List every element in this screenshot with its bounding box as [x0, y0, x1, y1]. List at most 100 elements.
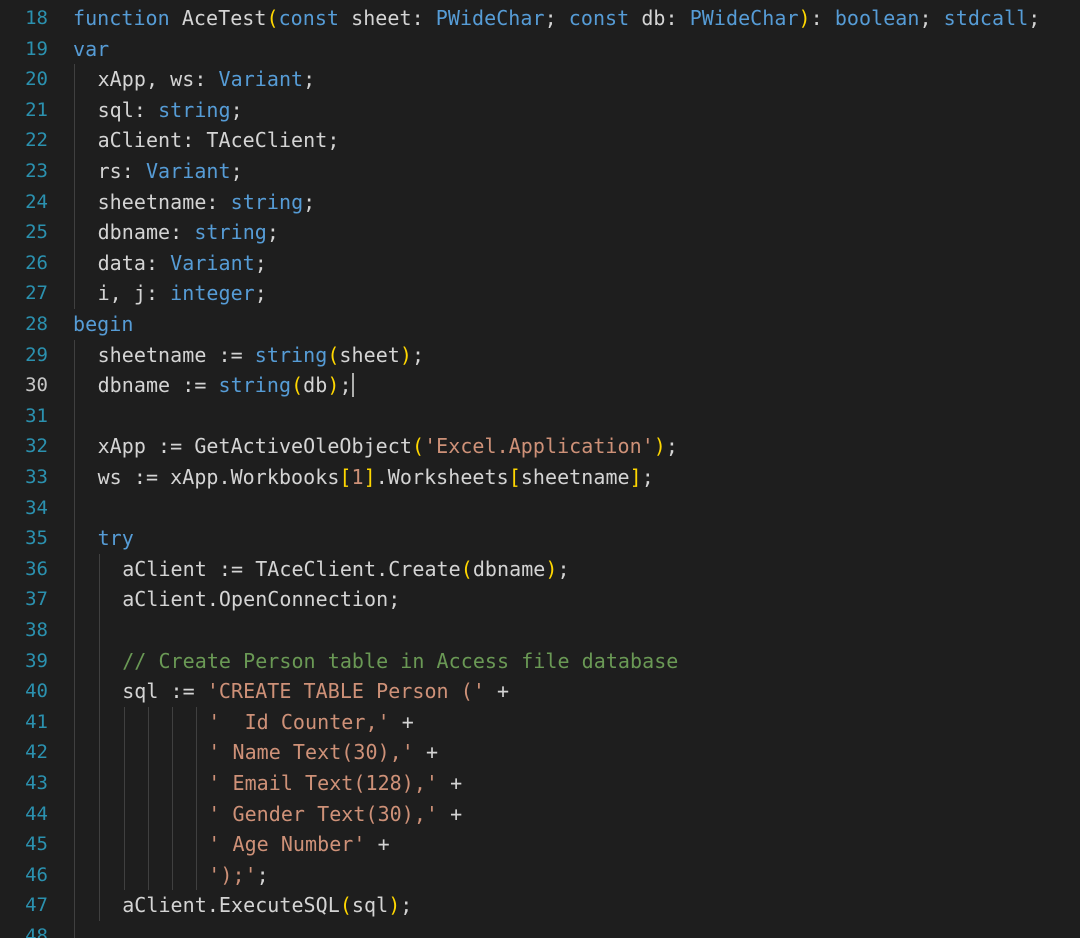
code-line[interactable]: 18 function AceTest(const sheet: PWideCha… [0, 3, 1080, 34]
code-token: ) [327, 373, 340, 398]
code-text: aClient: TAceClient; [98, 125, 340, 156]
indent-guide [74, 247, 75, 279]
code-line[interactable]: 23 rs: Variant; [0, 156, 1080, 187]
indent-guide [148, 829, 149, 860]
code-token: ; [557, 556, 570, 581]
code-line[interactable]: 27 i, j: integer; [0, 278, 1080, 309]
code-line[interactable]: 30 dbname := string(db); [0, 370, 1080, 401]
code-line[interactable]: 48 [0, 921, 1080, 938]
code-token: Variant [170, 250, 255, 275]
code-line[interactable]: 25 dbname: string; [0, 217, 1080, 248]
code-line[interactable]: 34 [0, 492, 1080, 524]
code-token: Variant [145, 159, 231, 183]
code-editor[interactable]: 18 function AceTest(const sheet: PWideCha… [0, 0, 1080, 938]
code-token: [ [339, 465, 352, 489]
code-line[interactable]: 26 data: Variant; [0, 247, 1080, 279]
code-token: try [97, 526, 134, 551]
line-number: 19 [25, 37, 48, 60]
code-text: try [98, 523, 134, 554]
indent-guide [196, 798, 197, 830]
code-line[interactable]: 46 ');'; [0, 859, 1080, 891]
code-line[interactable]: 45 ' Age Number' + [0, 829, 1080, 860]
code-text: rs: Variant; [98, 156, 243, 187]
indent-guide [172, 829, 173, 860]
code-line[interactable]: 40 sql := 'CREATE TABLE Person (' + [0, 676, 1080, 707]
code-token: [ [508, 465, 521, 489]
indent-guide [74, 64, 75, 95]
code-token: sheetname: [97, 189, 231, 214]
indent-guide [74, 645, 75, 677]
line-number: 38 [25, 619, 48, 641]
code-token: db [303, 373, 328, 398]
code-token: stdcall [943, 6, 1029, 30]
code-line[interactable]: 47 aClient.ExecuteSQL(sql); [0, 890, 1080, 921]
indent-guide [99, 768, 100, 799]
code-line[interactable]: 35 try [0, 523, 1080, 554]
indent-guide [74, 706, 75, 738]
indent-guide [148, 859, 149, 891]
code-token: ; [641, 465, 654, 489]
indent-guide [74, 829, 75, 860]
code-line[interactable]: 44 ' Gender Text(30),' + [0, 798, 1080, 830]
code-token: sheet: [339, 6, 436, 30]
line-number: 46 [25, 863, 48, 886]
code-line[interactable]: 22 aClient: TAceClient; [0, 125, 1080, 156]
indent-guide [196, 737, 197, 768]
code-token: function [73, 6, 170, 30]
code-token: const [278, 6, 340, 30]
code-token: + [438, 801, 463, 826]
indent-guide [124, 829, 125, 860]
code-token: dbname [472, 556, 546, 581]
code-line[interactable]: 20 xApp, ws: Variant; [0, 64, 1080, 95]
code-text: ');'; [208, 860, 268, 891]
code-token: sql := [122, 679, 207, 704]
code-line[interactable]: 19 var [0, 34, 1080, 65]
code-line[interactable]: 36 aClient := TAceClient.Create(dbname); [0, 553, 1080, 585]
indent-guide [74, 523, 75, 554]
code-token: + [365, 832, 390, 857]
code-line[interactable]: 37 aClient.OpenConnection; [0, 584, 1080, 615]
code-token: ( [411, 434, 425, 459]
code-token: AceTest [169, 6, 267, 30]
code-text: sql: string; [98, 95, 243, 126]
code-token: sheetname := [97, 342, 255, 367]
code-token: ] [363, 465, 376, 489]
indent-guide [124, 798, 125, 830]
code-token: aClient.ExecuteSQL [122, 893, 340, 918]
indent-guide [172, 859, 173, 891]
code-line[interactable]: 39 // Create Person table in Access file … [0, 645, 1080, 677]
indent-guide [74, 584, 75, 615]
code-text: ' Gender Text(30),' + [208, 799, 462, 830]
line-number: 23 [25, 160, 48, 182]
line-number: 18 [25, 7, 48, 29]
code-token: string [194, 220, 267, 245]
line-number: 31 [25, 404, 48, 427]
code-line[interactable]: 24 sheetname: string; [0, 186, 1080, 218]
code-token: string [218, 373, 292, 398]
code-token: begin [73, 312, 134, 336]
code-token: ( [460, 556, 473, 581]
indent-guide [124, 859, 125, 891]
indent-guide [74, 890, 75, 921]
code-line[interactable]: 28 begin [0, 309, 1080, 340]
code-token: + [413, 740, 439, 765]
code-line[interactable]: 32 xApp := GetActiveOleObject('Excel.Appl… [0, 431, 1080, 462]
code-line[interactable]: 43 ' Email Text(128),' + [0, 768, 1080, 799]
code-line[interactable]: 41 ' Id Counter,' + [0, 706, 1080, 738]
line-number: 39 [25, 649, 48, 672]
code-text: sheetname := string(sheet); [98, 340, 424, 371]
indent-guide [74, 431, 75, 462]
code-line[interactable]: 31 [0, 400, 1080, 432]
indent-guide [172, 768, 173, 799]
code-text: dbname: string; [98, 217, 279, 248]
code-line[interactable]: 29 sheetname := string(sheet); [0, 339, 1080, 371]
code-line[interactable]: 33 ws := xApp.Workbooks[1].Worksheets[she… [0, 462, 1080, 493]
code-line[interactable]: 38 [0, 615, 1080, 646]
code-token: ; [230, 159, 243, 183]
code-line[interactable]: 42 ' Name Text(30),' + [0, 737, 1080, 768]
indent-guide [74, 370, 75, 401]
code-line[interactable]: 21 sql: string; [0, 94, 1080, 126]
indent-guide [99, 584, 100, 615]
code-text: ' Id Counter,' + [208, 707, 414, 738]
code-text: ' Name Text(30),' + [208, 737, 438, 768]
